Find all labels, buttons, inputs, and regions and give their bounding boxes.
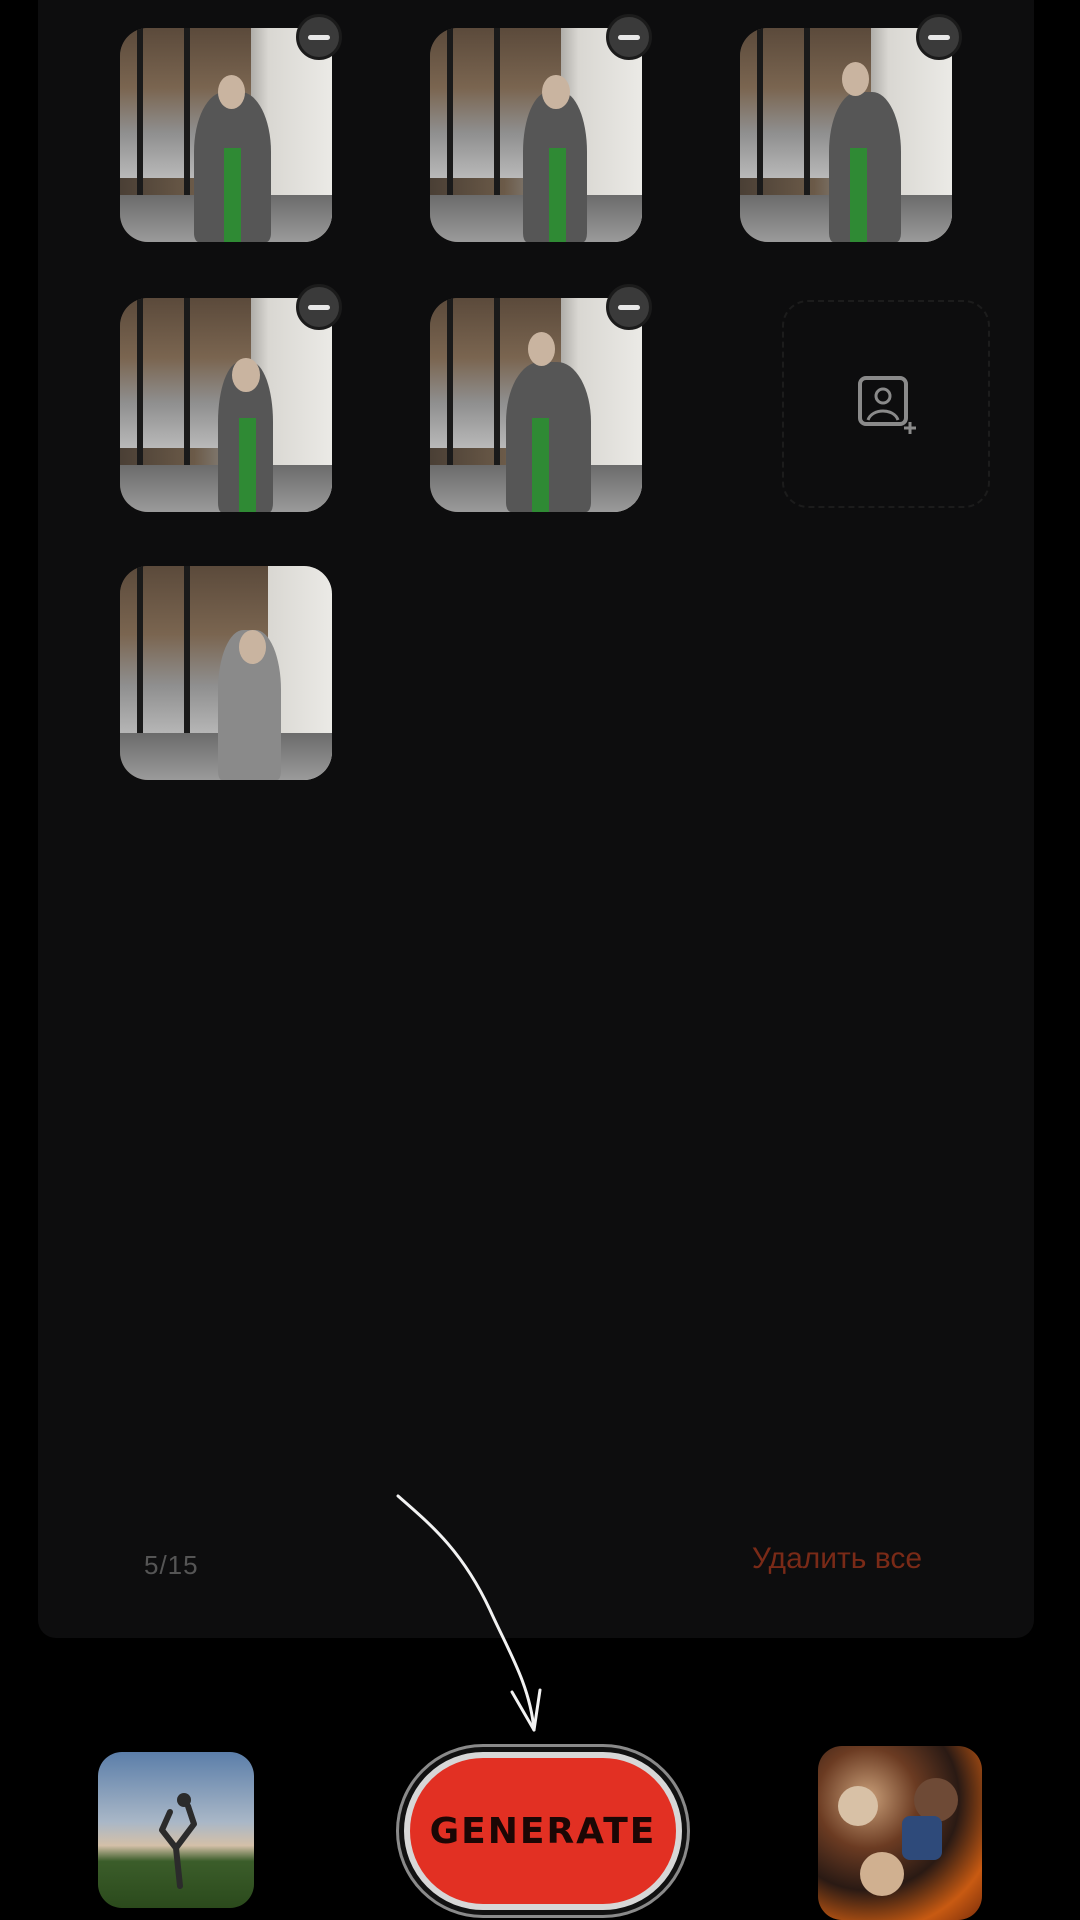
remove-photo-button[interactable] bbox=[606, 284, 652, 330]
minus-icon bbox=[308, 34, 330, 40]
delete-all-link[interactable]: Удалить все bbox=[752, 1542, 922, 1576]
remove-photo-button[interactable] bbox=[606, 14, 652, 60]
photo-image bbox=[430, 28, 642, 242]
photo-image bbox=[120, 566, 332, 780]
photo-thumb-6[interactable] bbox=[120, 566, 332, 780]
photo-thumb-4[interactable] bbox=[120, 284, 342, 512]
photo-panel: 5/15 Удалить все bbox=[38, 0, 1034, 1638]
add-photo-slot[interactable] bbox=[782, 300, 990, 508]
photo-image bbox=[740, 28, 952, 242]
photo-thumb-2[interactable] bbox=[430, 14, 652, 242]
add-photo-icon bbox=[858, 376, 916, 434]
photo-thumb-3[interactable] bbox=[740, 14, 962, 242]
photo-thumb-5[interactable] bbox=[430, 284, 652, 512]
minus-icon bbox=[308, 304, 330, 310]
person-jumping-image bbox=[159, 1793, 197, 1889]
minus-icon bbox=[618, 304, 640, 310]
photo-thumb-1[interactable] bbox=[120, 14, 342, 242]
photo-count: 5/15 bbox=[144, 1550, 199, 1580]
curved-arrow-icon bbox=[396, 1494, 542, 1732]
minus-icon bbox=[618, 34, 640, 40]
remove-photo-button[interactable] bbox=[296, 14, 342, 60]
generate-button[interactable]: GENERATE bbox=[404, 1752, 682, 1910]
generate-label: GENERATE bbox=[429, 1810, 657, 1852]
group-photo-image bbox=[838, 1778, 958, 1896]
remove-photo-button[interactable] bbox=[916, 14, 962, 60]
photo-image bbox=[120, 298, 332, 512]
photo-image bbox=[120, 28, 332, 242]
remove-photo-button[interactable] bbox=[296, 284, 342, 330]
style-thumb-right[interactable] bbox=[818, 1746, 982, 1920]
photo-image bbox=[430, 298, 642, 512]
style-thumb-left[interactable] bbox=[98, 1752, 254, 1908]
minus-icon bbox=[928, 34, 950, 40]
